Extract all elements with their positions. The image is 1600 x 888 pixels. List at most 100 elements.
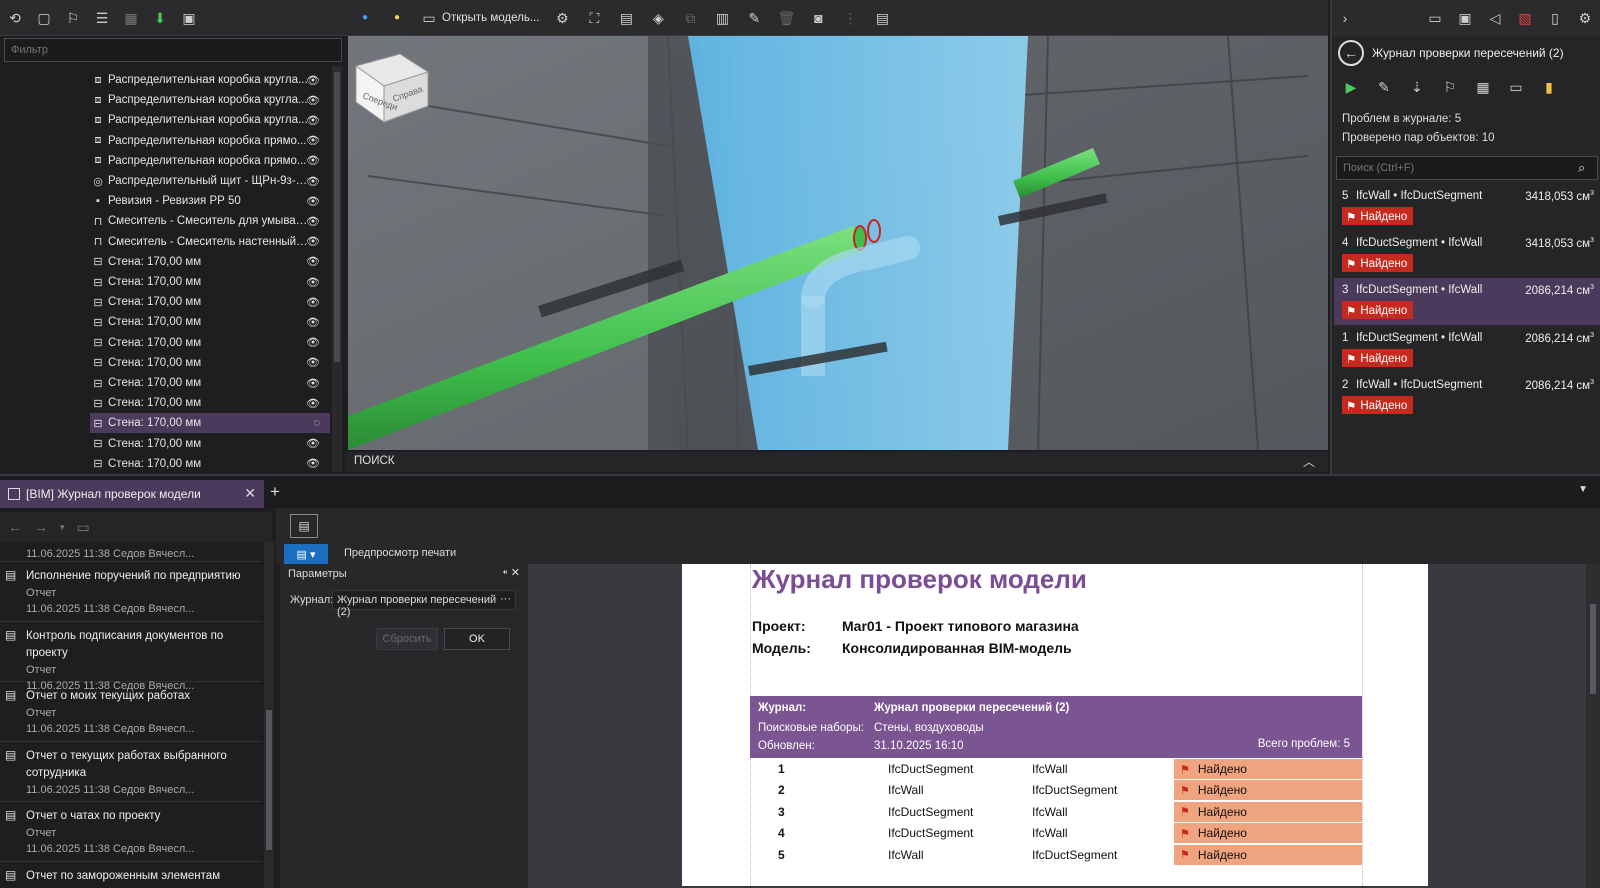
tree-item[interactable]: ⊟ Стена: 170,00 мм 👁 bbox=[90, 333, 330, 353]
tab-checkbox[interactable] bbox=[8, 488, 20, 500]
image-icon[interactable]: ▣ bbox=[1456, 9, 1474, 27]
display-icon[interactable]: ▭ bbox=[1507, 78, 1525, 96]
section-icon[interactable]: ▦ bbox=[1474, 78, 1492, 96]
section-box-icon[interactable]: ▦ bbox=[122, 9, 140, 27]
tree-scroll-thumb[interactable] bbox=[334, 72, 340, 362]
trash-icon[interactable]: 🗑 bbox=[777, 9, 796, 27]
back-arrow-icon[interactable]: ← bbox=[8, 519, 22, 535]
report-item[interactable]: ▤ Контроль подписания документов по проек… bbox=[0, 622, 262, 692]
tree-item[interactable]: ⧈ Распределительная коробка прямо... 👁 bbox=[90, 131, 330, 151]
forward-arrow-icon[interactable]: → bbox=[34, 519, 48, 535]
split-icon[interactable]: ⧉ bbox=[681, 9, 699, 27]
edit-icon[interactable]: ✎ bbox=[1375, 78, 1393, 96]
eye-icon[interactable]: 👁 bbox=[306, 316, 320, 329]
issue-item[interactable]: 5 IfcWall • IfcDuctSegment 3418,053 см3 ⚑ На… bbox=[1334, 184, 1600, 231]
tree-item[interactable]: ⧈ Распределительная коробка прямо... 👁 bbox=[90, 151, 330, 171]
open-model-button[interactable]: ▭ Открыть модель... bbox=[420, 9, 539, 27]
blue-dot-icon[interactable]: ● bbox=[356, 9, 374, 27]
tree-item[interactable]: ⊓ Смеситель - Смеситель для умывал... 👁 bbox=[90, 211, 330, 231]
eye-icon[interactable]: 👁 bbox=[306, 437, 320, 450]
viewport-search-bar[interactable]: ПОИСК ︿ bbox=[346, 452, 1328, 472]
frame-icon[interactable]: ▢ bbox=[35, 9, 53, 27]
tree-item[interactable]: ▪ Ревизия - Ревизия РР 50 👁 bbox=[90, 191, 330, 211]
tree-item[interactable]: ⊟ Стена: 170,00 мм 👁 bbox=[90, 434, 330, 454]
sort-icon[interactable]: ⇣ bbox=[1408, 78, 1426, 96]
fit-view-icon[interactable]: ⛶ bbox=[585, 9, 603, 27]
eye-icon[interactable]: 👁 bbox=[306, 276, 320, 289]
more-icon[interactable]: ··· bbox=[500, 593, 511, 605]
eye-icon[interactable]: 👁 bbox=[306, 457, 320, 470]
add-tab-icon[interactable]: + bbox=[270, 482, 280, 502]
tree-item[interactable]: ⊟ Стена: 170,00 мм 👁 bbox=[90, 272, 330, 292]
tree-item[interactable]: ⧈ Распределительная коробка кругла... 👁 bbox=[90, 70, 330, 90]
chevron-right-icon[interactable]: › bbox=[1336, 9, 1354, 27]
eye-icon[interactable]: 👁 bbox=[306, 134, 320, 147]
tree-item[interactable]: ⊟ Стена: 170,00 мм 👁 bbox=[90, 252, 330, 272]
issue-item[interactable]: 2 IfcWall • IfcDuctSegment 2086,214 см3 ⚑ На… bbox=[1334, 373, 1600, 420]
dropdown-icon[interactable]: ▾ bbox=[60, 522, 65, 533]
eye-icon[interactable]: 👁 bbox=[306, 74, 320, 87]
cube-icon[interactable]: ◈ bbox=[649, 9, 667, 27]
journal-search-input[interactable] bbox=[1336, 156, 1598, 180]
settings-icon[interactable]: ⚙ bbox=[553, 9, 571, 27]
run-icon[interactable]: ▶ bbox=[1342, 78, 1360, 96]
eye-icon[interactable]: 👁 bbox=[306, 94, 320, 107]
report-list-scrollbar[interactable] bbox=[264, 542, 274, 888]
eye-icon[interactable]: 👁 bbox=[306, 195, 320, 208]
tree-item[interactable]: ⧈ Распределительная коробка кругла... 👁 bbox=[90, 90, 330, 110]
clash-icon[interactable]: ▧ bbox=[1516, 9, 1534, 27]
tree-item[interactable]: ⊟ Стена: 170,00 мм 👁 bbox=[90, 393, 330, 413]
report-item[interactable]: ▤ Отчет о моих текущих работах Отчет 11.06.… bbox=[0, 682, 262, 742]
download-icon[interactable]: ⬇ bbox=[151, 9, 169, 27]
eye-icon[interactable]: 👁 bbox=[306, 377, 320, 390]
tree-item[interactable]: ⧈ Распределительная коробка кругла... 👁 bbox=[90, 110, 330, 130]
tree-settings-icon[interactable]: ⚙ bbox=[1576, 9, 1594, 27]
tree-item[interactable]: ⊟ Стена: 170,00 мм ◌ bbox=[90, 413, 330, 434]
ruler-icon[interactable]: ✎ bbox=[745, 9, 763, 27]
report-icon[interactable]: ▤ bbox=[873, 9, 891, 27]
close-icon[interactable]: ✕ bbox=[244, 485, 256, 502]
screenshot-icon[interactable]: ◙ bbox=[809, 9, 827, 27]
monitor-icon[interactable]: ▭ bbox=[77, 519, 90, 536]
chevron-up-icon[interactable]: ︿ bbox=[1300, 453, 1318, 471]
filter-list-icon[interactable]: ☰ bbox=[93, 9, 111, 27]
page-layout-button[interactable]: ▤ bbox=[290, 514, 318, 538]
refresh-icon[interactable]: ⟲ bbox=[6, 9, 24, 27]
report-item[interactable]: ▤ Исполнение поручений по предприятию Отче… bbox=[0, 562, 262, 622]
yellow-dot-icon[interactable]: ● bbox=[388, 9, 406, 27]
chevron-down-icon[interactable]: ▼ bbox=[1578, 484, 1588, 495]
eye-icon[interactable]: 👁 bbox=[306, 356, 320, 369]
grid-icon[interactable]: ⋮ bbox=[841, 9, 859, 27]
eye-icon[interactable]: 👁 bbox=[306, 154, 320, 167]
tree-item[interactable]: ◎ Распределительный щит - ЩРн-9з-1... 👁 bbox=[90, 171, 330, 191]
comment-icon[interactable]: ▭ bbox=[1426, 9, 1444, 27]
group-icon[interactable]: ⚐ bbox=[1441, 78, 1459, 96]
report-item[interactable]: 11.06.2025 11:38 Седов Вячесл... bbox=[0, 542, 262, 562]
map-icon[interactable]: ▤ bbox=[617, 9, 635, 27]
report-item[interactable]: ▤ Отчет о текущих работах выбранного сотр… bbox=[0, 742, 262, 802]
tree-item[interactable]: ⊟ Стена: 170,00 мм 👁 bbox=[90, 292, 330, 312]
reset-button[interactable]: Сбросить bbox=[376, 628, 438, 650]
pin-close-icon[interactable]: ⁌ ✕ bbox=[502, 566, 520, 579]
tree-item[interactable]: ⊓ Смеситель - Смеситель настенный д... 👁 bbox=[90, 232, 330, 252]
eye-icon[interactable]: 👁 bbox=[306, 215, 320, 228]
send-icon[interactable]: ◁ bbox=[1486, 9, 1504, 27]
bookmark-icon[interactable]: ▮ bbox=[1540, 78, 1558, 96]
preview-scrollbar[interactable] bbox=[1586, 564, 1600, 888]
3d-viewport[interactable]: Спереди Справа bbox=[348, 36, 1328, 450]
ok-button[interactable]: OK bbox=[444, 628, 510, 650]
tree-scrollbar[interactable] bbox=[332, 66, 342, 472]
back-icon[interactable]: ← bbox=[1338, 40, 1364, 66]
layers-icon[interactable]: ▥ bbox=[713, 9, 731, 27]
document-icon[interactable]: ▯ bbox=[1546, 9, 1564, 27]
preview-scroll-thumb[interactable] bbox=[1590, 604, 1596, 694]
eye-icon[interactable]: 👁 bbox=[306, 397, 320, 410]
eye-icon[interactable]: 👁 bbox=[306, 175, 320, 188]
tree-item[interactable]: ⊟ Стена: 170,00 мм 👁 bbox=[90, 312, 330, 332]
issue-item[interactable]: 4 IfcDuctSegment • IfcWall 3418,053 см3 ⚑ На… bbox=[1334, 231, 1600, 278]
eye-icon[interactable]: 👁 bbox=[306, 336, 320, 349]
eye-icon[interactable]: 👁 bbox=[306, 296, 320, 309]
camera-view-icon[interactable]: ▣ bbox=[180, 9, 198, 27]
issue-item[interactable]: 1 IfcDuctSegment • IfcWall 2086,214 см3 ⚑ На… bbox=[1334, 326, 1600, 373]
hierarchy-icon[interactable]: ⚐ bbox=[64, 9, 82, 27]
